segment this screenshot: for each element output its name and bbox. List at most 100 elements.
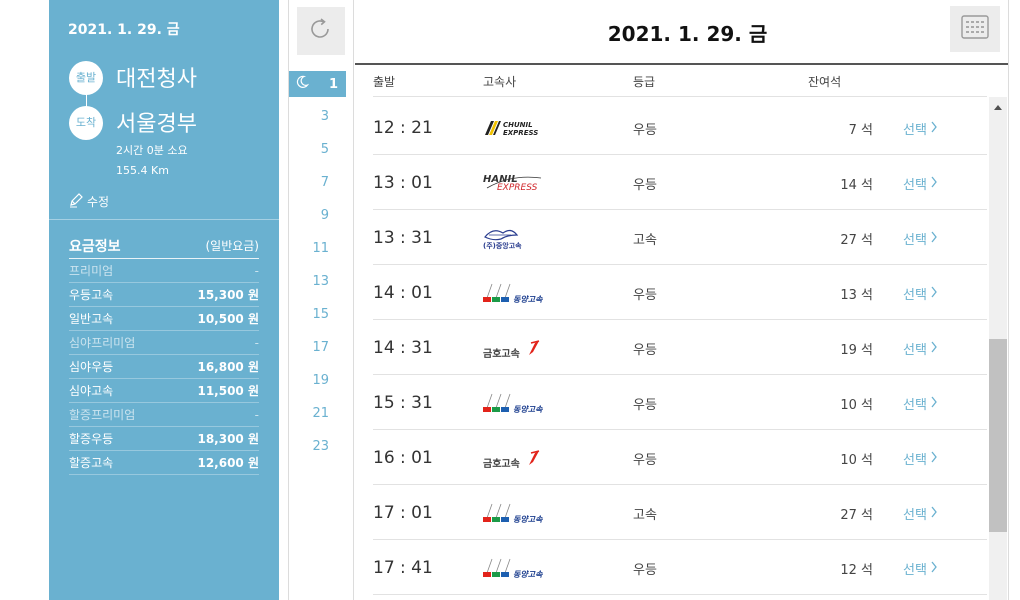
select-button[interactable]: 선택 <box>903 229 938 248</box>
select-label: 선택 <box>903 563 927 578</box>
arrival-badge: 도착 <box>69 106 103 140</box>
departure-time: 13 : 31 <box>373 228 433 248</box>
refresh-icon <box>308 16 334 46</box>
bus-class: 우등 <box>633 453 657 468</box>
moon-icon <box>295 75 310 93</box>
fare-row: 할증프리미엄 - <box>69 403 259 427</box>
select-button[interactable]: 선택 <box>903 284 938 303</box>
calendar-button[interactable] <box>950 6 1000 52</box>
hour-option-9[interactable]: 9 <box>289 202 346 235</box>
bus-class: 우등 <box>633 178 657 193</box>
svg-text:CHUNIL: CHUNIL <box>503 121 533 129</box>
hour-option-15[interactable]: 15 <box>289 301 346 334</box>
schedule-table: 12 : 21 CHUNIL EXPRESS 우등 7 석 선택 13 : 01 HANIL E… <box>373 100 987 595</box>
scrollbar-thumb[interactable] <box>989 339 1007 532</box>
table-row: 12 : 21 CHUNIL EXPRESS 우등 7 석 선택 <box>373 100 987 155</box>
chevron-right-icon <box>930 341 938 357</box>
company-logo: CHUNIL EXPRESS <box>481 113 561 141</box>
select-button[interactable]: 선택 <box>903 449 938 468</box>
select-button[interactable]: 선택 <box>903 339 938 358</box>
hour-option-19[interactable]: 19 <box>289 367 346 400</box>
refresh-button[interactable] <box>297 7 345 55</box>
remaining-seats: 27 석 <box>840 508 873 523</box>
table-row: 14 : 31 금호고속 우등 19 석 선택 <box>373 320 987 375</box>
fare-row: 심야우등 16,800 원 <box>69 355 259 379</box>
bus-class: 우등 <box>633 288 657 303</box>
company-logo: 금호고속 <box>481 443 561 471</box>
remaining-seats: 14 석 <box>840 178 873 193</box>
fare-name: 우등고속 <box>69 288 114 302</box>
table-row: 14 : 01 동양고속 우등 13 석 선택 <box>373 265 987 320</box>
select-button[interactable]: 선택 <box>903 119 938 138</box>
hour-option-label: 1 <box>328 76 338 92</box>
svg-text:동양고속: 동양고속 <box>513 295 543 304</box>
hour-option-17[interactable]: 17 <box>289 334 346 367</box>
select-label: 선택 <box>903 123 927 138</box>
table-row: 13 : 01 HANIL EXPRESS 우등 14 석 선택 <box>373 155 987 210</box>
svg-text:동양고속: 동양고속 <box>513 405 543 414</box>
app-root: 2021. 1. 29. 금 출발 대전청사 도착 서울경부 2시간 0분 소요… <box>0 0 1020 600</box>
chevron-right-icon <box>930 451 938 467</box>
remaining-seats: 19 석 <box>840 343 873 358</box>
hour-option-3[interactable]: 3 <box>289 103 346 136</box>
fare-price: 11,500 원 <box>197 384 259 398</box>
company-logo: (주)중앙고속 <box>481 223 561 251</box>
hour-option-11[interactable]: 11 <box>289 235 346 268</box>
fare-row: 할증우등 18,300 원 <box>69 427 259 451</box>
hour-options: 3 5 7 9 11 13 15 17 19 21 23 <box>289 103 346 466</box>
fare-name: 일반고속 <box>69 312 114 326</box>
svg-text:(주)중앙고속: (주)중앙고속 <box>483 241 522 250</box>
chevron-right-icon <box>930 231 938 247</box>
bus-class: 우등 <box>633 343 657 358</box>
chevron-right-icon <box>930 506 938 522</box>
company-logo: 동양고속 <box>481 553 561 581</box>
select-label: 선택 <box>903 178 927 193</box>
fare-list: 프리미엄 - 우등고속 15,300 원 일반고속 10,500 원 심야프리미엄 - 심야우등… <box>69 259 259 475</box>
departure-time: 14 : 01 <box>373 283 433 303</box>
fare-row: 일반고속 10,500 원 <box>69 307 259 331</box>
select-button[interactable]: 선택 <box>903 174 938 193</box>
select-label: 선택 <box>903 453 927 468</box>
svg-text:EXPRESS: EXPRESS <box>503 129 538 137</box>
departure-time: 17 : 01 <box>373 503 433 523</box>
departure-badge: 출발 <box>69 61 103 95</box>
svg-text:EXPRESS: EXPRESS <box>497 183 538 193</box>
table-row: 17 : 41 동양고속 우등 12 석 선택 <box>373 540 987 595</box>
bus-class: 우등 <box>633 123 657 138</box>
route-summary-sidebar: 2021. 1. 29. 금 출발 대전청사 도착 서울경부 2시간 0분 소요… <box>49 0 279 600</box>
select-button[interactable]: 선택 <box>903 559 938 578</box>
hour-option-23[interactable]: 23 <box>289 433 346 466</box>
select-label: 선택 <box>903 233 927 248</box>
fare-info-header: 요금정보 (일반요금) <box>69 233 259 259</box>
fare-name: 할증고속 <box>69 456 114 470</box>
trip-distance: 155.4 Km <box>116 164 169 177</box>
scroll-up-arrow[interactable] <box>989 97 1007 117</box>
select-button[interactable]: 선택 <box>903 504 938 523</box>
fare-name: 할증프리미엄 <box>69 408 136 422</box>
column-header-class: 등급 <box>633 75 656 89</box>
svg-text:금호고속: 금호고속 <box>483 347 520 360</box>
table-row: 13 : 31 (주)중앙고속 고속 27 석 선택 <box>373 210 987 265</box>
fare-type-label: (일반요금) <box>205 239 259 253</box>
hour-option-active[interactable]: 1 <box>289 71 346 97</box>
hour-option-13[interactable]: 13 <box>289 268 346 301</box>
select-label: 선택 <box>903 398 927 413</box>
hour-option-5[interactable]: 5 <box>289 136 346 169</box>
company-logo: 금호고속 <box>481 333 561 361</box>
hour-filter-panel: 1 3 5 7 9 11 13 15 17 19 21 23 <box>288 0 354 600</box>
remaining-seats: 10 석 <box>840 453 873 468</box>
departure-time: 17 : 41 <box>373 558 433 578</box>
edit-route-button[interactable]: 수정 <box>68 192 109 211</box>
chevron-right-icon <box>930 286 938 302</box>
select-label: 선택 <box>903 288 927 303</box>
hour-option-21[interactable]: 21 <box>289 400 346 433</box>
hour-option-7[interactable]: 7 <box>289 169 346 202</box>
fare-name: 심야우등 <box>69 360 114 374</box>
select-button[interactable]: 선택 <box>903 394 938 413</box>
fare-price: 18,300 원 <box>197 432 259 446</box>
fare-price: 15,300 원 <box>197 288 259 302</box>
column-header-departure: 출발 <box>373 75 396 89</box>
fare-name: 심야프리미엄 <box>69 336 136 350</box>
header-divider <box>355 63 1008 65</box>
departure-time: 15 : 31 <box>373 393 433 413</box>
